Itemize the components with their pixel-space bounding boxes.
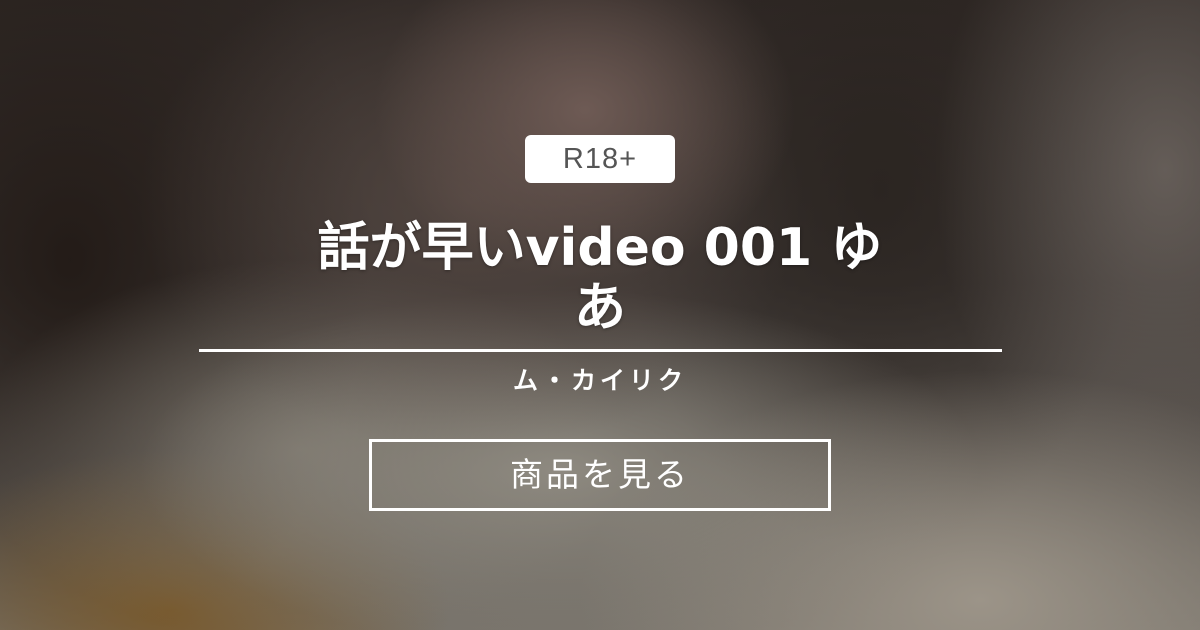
card-content: R18+ 話が早いvideo 001 ゆあ ム・カイリク 商品を見る — [0, 0, 1200, 630]
product-title: 話が早いvideo 001 ゆあ — [317, 218, 883, 338]
view-product-button[interactable]: 商品を見る — [369, 439, 831, 511]
creator-name: ム・カイリク — [512, 366, 687, 395]
ogp-card: R18+ 話が早いvideo 001 ゆあ ム・カイリク 商品を見る — [0, 0, 1200, 630]
age-rating-badge: R18+ — [525, 135, 675, 183]
title-divider — [199, 349, 1002, 352]
